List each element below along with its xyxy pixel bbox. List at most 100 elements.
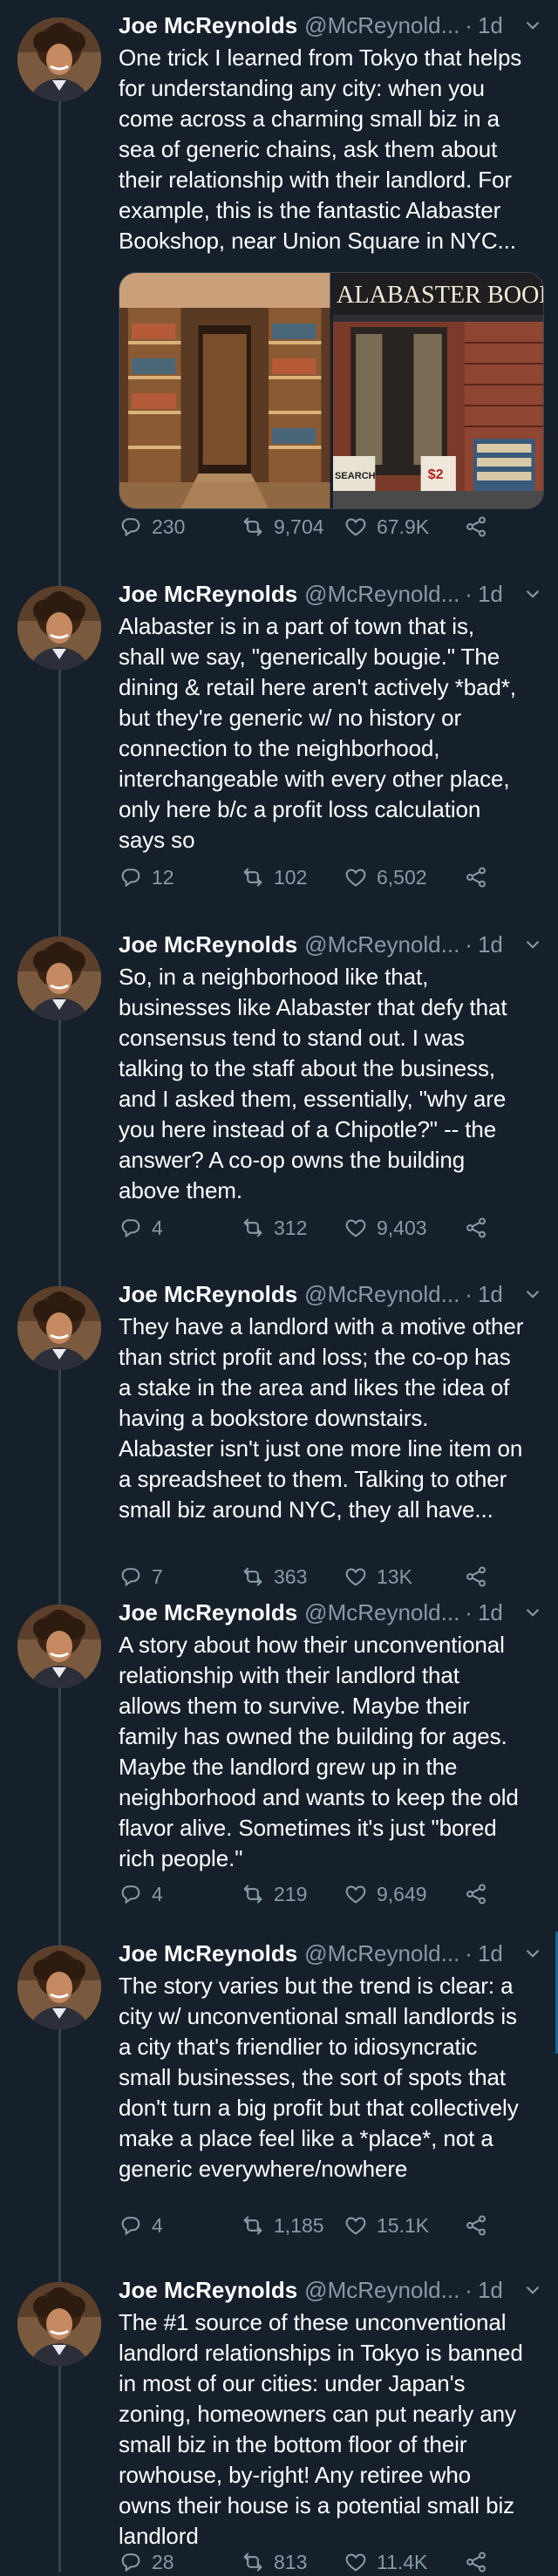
retweet-button[interactable]: 9,704 bbox=[241, 515, 344, 539]
tweet-timestamp[interactable]: 1d bbox=[478, 577, 503, 610]
retweet-count: 813 bbox=[274, 2550, 308, 2573]
author-name[interactable]: Joe McReynolds bbox=[119, 9, 297, 42]
tweet-text: So, in a neighborhood like that, busines… bbox=[119, 964, 507, 1203]
reply-button[interactable]: 12 bbox=[119, 865, 241, 889]
retweet-button[interactable]: 219 bbox=[241, 1882, 344, 1906]
share-button[interactable] bbox=[464, 1216, 497, 1240]
tweet-header: Joe McReynolds @McReynold... · 1d bbox=[119, 2273, 544, 2307]
header-separator: · bbox=[465, 2277, 473, 2303]
retweet-button[interactable]: 312 bbox=[241, 1216, 344, 1240]
tweet-actions: 12 102 6,502 bbox=[119, 863, 497, 891]
share-button[interactable] bbox=[464, 515, 497, 539]
tweet-actions: 28 813 11.4K bbox=[119, 2548, 497, 2576]
like-count: 15.1K bbox=[377, 2213, 430, 2237]
reply-icon bbox=[119, 1216, 152, 1240]
reply-button[interactable]: 28 bbox=[119, 2550, 241, 2574]
like-button[interactable]: 9,649 bbox=[344, 1882, 464, 1906]
tweet-timestamp[interactable]: 1d bbox=[478, 9, 503, 42]
like-count: 9,649 bbox=[377, 1882, 427, 1905]
retweet-count: 102 bbox=[274, 865, 308, 889]
tweet-header: Joe McReynolds @McReynold... · 1d bbox=[119, 928, 544, 961]
tweet-content: Joe McReynolds @McReynold... · 1d The st… bbox=[119, 1937, 544, 2184]
like-button[interactable]: 13K bbox=[344, 1564, 464, 1589]
retweet-icon bbox=[241, 1216, 274, 1240]
tweet-timestamp[interactable]: 1d bbox=[478, 1278, 503, 1311]
chevron-down-icon[interactable] bbox=[521, 1283, 544, 1305]
chevron-down-icon[interactable] bbox=[521, 583, 544, 605]
reply-icon bbox=[119, 865, 152, 889]
author-handle[interactable]: @McReynold... bbox=[304, 2273, 459, 2307]
share-icon bbox=[464, 515, 497, 539]
chevron-down-icon[interactable] bbox=[521, 1601, 544, 1624]
avatar[interactable] bbox=[17, 1605, 101, 1688]
tweet-header: Joe McReynolds @McReynold... · 1d bbox=[119, 1596, 544, 1629]
retweet-icon bbox=[241, 515, 274, 539]
tweet-timestamp[interactable]: 1d bbox=[478, 1596, 503, 1629]
author-handle[interactable]: @McReynold... bbox=[304, 1278, 459, 1311]
chevron-down-icon[interactable] bbox=[521, 1942, 544, 1965]
retweet-button[interactable]: 813 bbox=[241, 2550, 344, 2574]
like-button[interactable]: 6,502 bbox=[344, 865, 464, 889]
tweet-actions: 4 219 9,649 bbox=[119, 1880, 497, 1908]
retweet-icon bbox=[241, 865, 274, 889]
author-name[interactable]: Joe McReynolds bbox=[119, 577, 297, 610]
retweet-icon bbox=[241, 2550, 274, 2574]
tweet-timestamp[interactable]: 1d bbox=[478, 1937, 503, 1970]
reply-button[interactable]: 7 bbox=[119, 1564, 241, 1589]
avatar[interactable] bbox=[17, 1286, 101, 1370]
author-name[interactable]: Joe McReynolds bbox=[119, 928, 297, 961]
tweet-header: Joe McReynolds @McReynold... · 1d bbox=[119, 1278, 544, 1311]
share-button[interactable] bbox=[464, 865, 497, 889]
header-separator: · bbox=[465, 931, 473, 957]
author-handle[interactable]: @McReynold... bbox=[304, 9, 459, 42]
retweet-count: 1,185 bbox=[274, 2213, 324, 2237]
author-name[interactable]: Joe McReynolds bbox=[119, 1278, 297, 1311]
tweet-content: Joe McReynolds @McReynold... · 1d The #1… bbox=[119, 2273, 544, 2552]
author-handle[interactable]: @McReynold... bbox=[304, 928, 459, 961]
reply-icon bbox=[119, 1882, 152, 1906]
reply-count: 12 bbox=[152, 865, 174, 889]
bookshop-interior-photo[interactable] bbox=[119, 273, 330, 508]
like-button[interactable]: 9,403 bbox=[344, 1216, 464, 1240]
avatar[interactable] bbox=[17, 2282, 101, 2366]
chevron-down-icon[interactable] bbox=[521, 933, 544, 956]
author-name[interactable]: Joe McReynolds bbox=[119, 1937, 297, 1970]
tweet-actions: 230 9,704 67.9K bbox=[119, 513, 497, 541]
like-button[interactable]: 11.4K bbox=[344, 2550, 464, 2574]
tweet-content: Joe McReynolds @McReynold... · 1d A stor… bbox=[119, 1596, 544, 1874]
author-handle[interactable]: @McReynold... bbox=[304, 1596, 459, 1629]
like-button[interactable]: 67.9K bbox=[344, 515, 464, 539]
chevron-down-icon[interactable] bbox=[521, 2279, 544, 2301]
share-button[interactable] bbox=[464, 1564, 497, 1589]
avatar[interactable] bbox=[17, 937, 101, 1020]
chevron-down-icon[interactable] bbox=[521, 14, 544, 37]
tweet-timestamp[interactable]: 1d bbox=[478, 928, 503, 961]
author-handle[interactable]: @McReynold... bbox=[304, 577, 459, 610]
author-name[interactable]: Joe McReynolds bbox=[119, 1596, 297, 1629]
avatar[interactable] bbox=[17, 1946, 101, 2029]
share-button[interactable] bbox=[464, 2550, 497, 2574]
reply-button[interactable]: 4 bbox=[119, 1216, 241, 1240]
like-button[interactable]: 15.1K bbox=[344, 2213, 464, 2238]
tweet-media-gallery[interactable]: ALABASTER BOOKS SEARCH $2 bbox=[119, 272, 544, 509]
share-button[interactable] bbox=[464, 1882, 497, 1906]
retweet-button[interactable]: 102 bbox=[241, 865, 344, 889]
tweet-content: Joe McReynolds @McReynold... · 1d Alabas… bbox=[119, 577, 544, 855]
avatar[interactable] bbox=[17, 17, 101, 101]
retweet-count: 363 bbox=[274, 1564, 308, 1588]
like-count: 67.9K bbox=[377, 515, 430, 538]
reply-button[interactable]: 230 bbox=[119, 515, 241, 539]
tweet-timestamp[interactable]: 1d bbox=[478, 2273, 503, 2307]
author-name[interactable]: Joe McReynolds bbox=[119, 2273, 297, 2307]
retweet-button[interactable]: 1,185 bbox=[241, 2213, 344, 2238]
tweet-content: Joe McReynolds @McReynold... · 1d So, in… bbox=[119, 928, 544, 1206]
reply-button[interactable]: 4 bbox=[119, 2213, 241, 2238]
avatar[interactable] bbox=[17, 586, 101, 670]
reply-button[interactable]: 4 bbox=[119, 1882, 241, 1906]
bookshop-storefront-photo[interactable]: ALABASTER BOOKS SEARCH $2 bbox=[330, 273, 543, 508]
header-separator: · bbox=[465, 12, 473, 38]
heart-icon bbox=[344, 1216, 377, 1240]
share-button[interactable] bbox=[464, 2213, 497, 2238]
author-handle[interactable]: @McReynold... bbox=[304, 1937, 459, 1970]
retweet-button[interactable]: 363 bbox=[241, 1564, 344, 1589]
